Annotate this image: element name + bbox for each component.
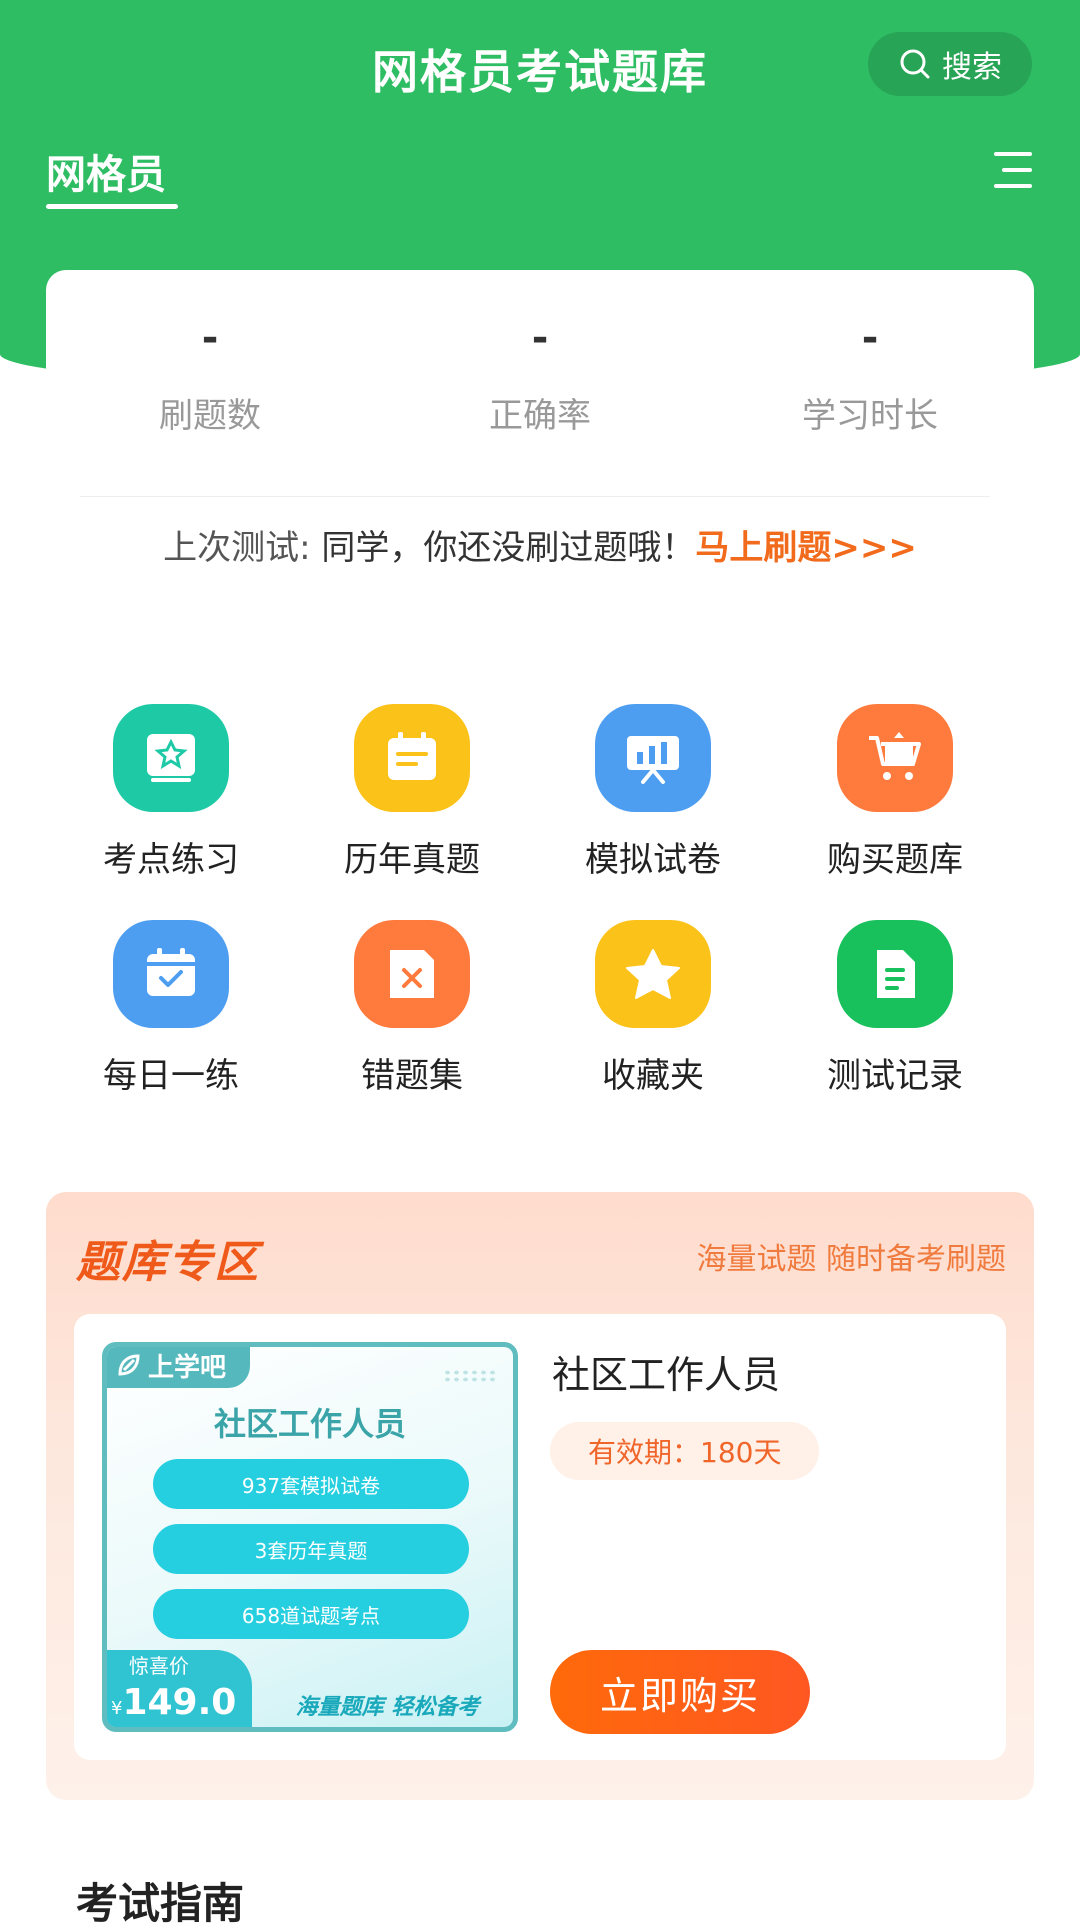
feature-mock-exams[interactable]: 模拟试卷 [543, 704, 763, 881]
star-icon [595, 920, 711, 1028]
last-test-row: 上次测试: 同学，你还没刷过题哦！马上刷题>>> [0, 520, 1080, 569]
search-label: 搜索 [942, 50, 1002, 85]
menu-button[interactable] [988, 150, 1032, 190]
stat-value: - [861, 315, 879, 361]
menu-icon-bar [994, 184, 1032, 188]
zone-slogan: 海量试题 随时备考刷题 [696, 1242, 1006, 1277]
zone-title: 题库专区 [76, 1237, 260, 1288]
validity-badge: 有效期：180天 [550, 1422, 820, 1480]
search-icon [900, 49, 930, 79]
stat-label: 正确率 [489, 396, 591, 436]
feature-daily-practice[interactable]: 每日一练 [61, 920, 281, 1097]
feature-test-records[interactable]: 测试记录 [785, 920, 1005, 1097]
product-cover: 上学吧 社区工作人员 937套模拟试卷 3套历年真题 658道试题考点 惊喜价 … [102, 1342, 518, 1732]
product-name: 社区工作人员 [552, 1353, 781, 1397]
stat-accuracy: - 正确率 [390, 310, 690, 437]
cover-price-label: 惊喜价 [129, 1654, 189, 1678]
feature-label: 收藏夹 [602, 1056, 704, 1096]
product-card[interactable]: 上学吧 社区工作人员 937套模拟试卷 3套历年真题 658道试题考点 惊喜价 … [74, 1314, 1006, 1760]
price-value: 149.0 [122, 1682, 237, 1723]
menu-icon-bar [1002, 168, 1032, 172]
feature-wrong-questions[interactable]: 错题集 [302, 920, 522, 1097]
feature-label: 模拟试卷 [585, 840, 721, 880]
calendar-paper-icon [354, 704, 470, 812]
question-bank-zone: 题库专区 海量试题 随时备考刷题 上学吧 社区工作人员 937套模拟试卷 3套历… [46, 1192, 1034, 1800]
record-doc-icon [837, 920, 953, 1028]
search-button[interactable]: 搜索 [868, 32, 1032, 96]
cart-icon [837, 704, 953, 812]
tab-wanggeyuan[interactable]: 网格员 [46, 142, 166, 200]
stat-label: 学习时长 [802, 396, 938, 436]
cover-pill: 658道试题考点 [153, 1589, 469, 1639]
start-practice-link[interactable]: 马上刷题>>> [695, 528, 916, 568]
feature-label: 考点练习 [103, 840, 239, 880]
divider [80, 496, 990, 497]
feature-label: 购买题库 [827, 840, 963, 880]
cover-pill: 937套模拟试卷 [153, 1459, 469, 1509]
last-test-message: 同学，你还没刷过题哦！ [310, 528, 696, 568]
feature-favorites[interactable]: 收藏夹 [543, 920, 763, 1097]
feature-past-papers[interactable]: 历年真题 [302, 704, 522, 881]
feature-label: 测试记录 [827, 1056, 963, 1096]
cover-brand: 上学吧 [107, 1347, 251, 1388]
stat-value: - [201, 315, 219, 361]
stat-question-count: - 刷题数 [60, 310, 360, 437]
chart-board-icon [595, 704, 711, 812]
cover-strip: 海量题库 轻松备考 [295, 1695, 480, 1720]
cover-title: 社区工作人员 [213, 1405, 406, 1443]
menu-icon [994, 152, 1032, 156]
currency-symbol: ¥ [111, 1698, 123, 1719]
feature-label: 历年真题 [344, 840, 480, 880]
calendar-check-icon [113, 920, 229, 1028]
last-test-label: 上次测试: [163, 528, 311, 568]
leaf-logo-icon [118, 1354, 140, 1376]
exam-guide-title: 考试指南 [76, 1879, 245, 1928]
exam-point-icon [113, 704, 229, 812]
buy-now-button[interactable]: 立即购买 [550, 1650, 810, 1734]
feature-label: 错题集 [361, 1056, 463, 1096]
cover-brand-text: 上学吧 [148, 1352, 227, 1383]
stat-value: - [531, 315, 549, 361]
stat-study-time: - 学习时长 [720, 310, 1020, 437]
feature-exam-points[interactable]: 考点练习 [61, 704, 281, 881]
stat-label: 刷题数 [159, 396, 261, 436]
cover-pill: 3套历年真题 [153, 1524, 469, 1574]
cover-price: ¥149.0 [111, 1682, 236, 1723]
feature-buy-bank[interactable]: 购买题库 [785, 704, 1005, 881]
cover-dots [443, 1369, 495, 1383]
wrong-book-icon [354, 920, 470, 1028]
tab-underline [46, 204, 178, 209]
feature-label: 每日一练 [103, 1056, 239, 1096]
